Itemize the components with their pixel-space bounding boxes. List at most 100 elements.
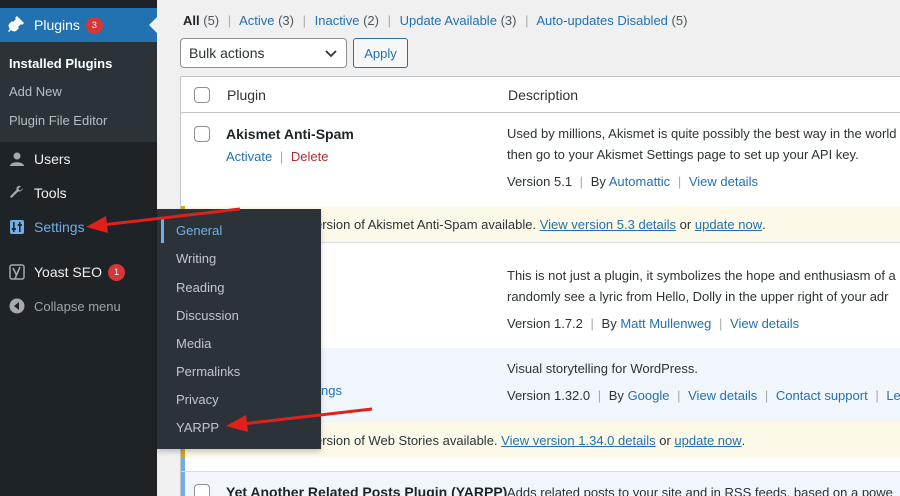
plugin-version: Version 1.32.0 xyxy=(507,388,591,403)
submenu-installed-plugins[interactable]: Installed Plugins xyxy=(9,56,112,71)
meta-separator: | xyxy=(579,174,584,189)
menu-plugins-label: Plugins xyxy=(34,17,80,33)
filter-inactive[interactable]: Inactive xyxy=(315,13,360,28)
menu-settings-label: Settings xyxy=(34,219,85,235)
view-details-link[interactable]: View details xyxy=(730,316,799,331)
apply-button[interactable]: Apply xyxy=(353,38,408,68)
filter-autoupdates-count: (5) xyxy=(671,13,688,28)
notice-period: . xyxy=(762,216,766,232)
flyout-item-general[interactable]: General xyxy=(176,223,222,238)
by-label: By xyxy=(601,316,617,331)
flyout-current-indicator xyxy=(161,219,164,243)
author-link[interactable]: Google xyxy=(628,388,670,403)
flyout-item-privacy[interactable]: Privacy xyxy=(176,392,219,407)
plugin-meta: Version 1.7.2 | By Matt Mullenweg | View… xyxy=(507,316,799,331)
flyout-item-permalinks[interactable]: Permalinks xyxy=(176,364,240,379)
filter-all[interactable]: All xyxy=(183,13,200,28)
row-actions: ngs xyxy=(321,383,342,398)
delete-link[interactable]: Delete xyxy=(291,149,329,164)
view-details-link[interactable]: View details xyxy=(688,388,757,403)
wrench-icon xyxy=(8,184,26,202)
chevron-down-icon xyxy=(324,46,338,63)
filter-separator: | xyxy=(525,13,529,28)
meta-separator: | xyxy=(677,174,682,189)
table-row-yarpp: Yet Another Related Posts Plugin (YARPP)… xyxy=(181,472,900,496)
author-link[interactable]: Matt Mullenweg xyxy=(620,316,711,331)
submenu-add-new[interactable]: Add New xyxy=(9,84,62,99)
menu-users[interactable]: Users xyxy=(0,142,157,176)
by-label: By xyxy=(590,174,606,189)
settings-link-partial[interactable]: ngs xyxy=(321,383,342,398)
description-line: then go to your Akismet Settings page to… xyxy=(507,147,859,162)
contact-support-link[interactable]: Contact support xyxy=(776,388,868,403)
filter-inactive-count: (2) xyxy=(363,13,379,28)
filter-separator: | xyxy=(387,13,391,28)
admin-sidebar: Plugins 3 Installed Plugins Add New Plug… xyxy=(0,0,157,496)
row-checkbox[interactable] xyxy=(194,126,210,142)
collapse-icon xyxy=(8,297,26,315)
column-description: Description xyxy=(508,87,579,103)
flyout-item-yarpp[interactable]: YARPP xyxy=(176,420,219,435)
view-version-details-link[interactable]: View version 1.34.0 details xyxy=(501,433,655,448)
collapse-menu-label: Collapse menu xyxy=(34,298,121,314)
row-actions: Activate | Delete xyxy=(226,149,328,164)
description-line: Used by millions, Akismet is quite possi… xyxy=(507,126,897,141)
notice-period: . xyxy=(741,432,746,448)
notice-or: or xyxy=(659,432,671,448)
filter-active[interactable]: Active xyxy=(239,13,274,28)
bulk-actions-select[interactable]: Bulk actions xyxy=(180,38,347,68)
by-label: By xyxy=(608,388,624,403)
plugin-name: Yet Another Related Posts Plugin (YARPP) xyxy=(226,484,508,496)
plugin-meta: Version 5.1 | By Automattic | View detai… xyxy=(507,174,758,189)
description-line: Visual storytelling for WordPress. xyxy=(507,361,698,376)
plugin-version: Version 1.7.2 xyxy=(507,316,583,331)
author-link[interactable]: Automattic xyxy=(609,174,670,189)
plugins-update-badge: 3 xyxy=(85,16,103,34)
meta-separator: | xyxy=(597,388,602,403)
active-row-indicator xyxy=(181,458,185,472)
meta-separator: | xyxy=(590,316,594,331)
table-row-akismet: Akismet Anti-Spam Activate | Delete Used… xyxy=(181,114,900,206)
plugin-meta: Version 1.32.0 | By Google | View detail… xyxy=(507,388,900,403)
flyout-item-writing[interactable]: Writing xyxy=(176,251,216,266)
menu-users-label: Users xyxy=(34,151,71,167)
plugin-version: Version 5.1 xyxy=(507,174,573,189)
update-now-link[interactable]: update now xyxy=(674,433,741,448)
column-plugin: Plugin xyxy=(227,87,266,103)
menu-plugins[interactable]: Plugins 3 xyxy=(0,8,157,42)
filter-update-available[interactable]: Update Available xyxy=(400,13,497,28)
description-line: randomly see a lyric from Hello, Dolly i… xyxy=(507,289,889,304)
flyout-item-reading[interactable]: Reading xyxy=(176,280,224,295)
filter-update-count: (3) xyxy=(500,13,517,28)
notice-or: or xyxy=(679,216,692,232)
filter-all-count: (5) xyxy=(203,13,220,28)
menu-tools-label: Tools xyxy=(34,185,67,201)
menu-yoast-seo[interactable]: Yoast SEO 1 xyxy=(0,255,157,289)
menu-yoast-label: Yoast SEO xyxy=(34,264,102,280)
collapse-menu-button[interactable]: Collapse menu xyxy=(0,289,157,323)
flyout-item-media[interactable]: Media xyxy=(176,336,211,351)
filter-active-count: (3) xyxy=(278,13,294,28)
submenu-plugin-file-editor[interactable]: Plugin File Editor xyxy=(9,113,107,128)
description-line: This is not just a plugin, it symbolizes… xyxy=(507,268,896,283)
view-version-details-link[interactable]: View version 5.3 details xyxy=(540,217,676,232)
menu-tools[interactable]: Tools xyxy=(0,176,157,210)
meta-separator: | xyxy=(677,388,681,403)
select-all-checkbox[interactable] xyxy=(194,87,210,103)
view-details-link[interactable]: View details xyxy=(689,174,758,189)
activate-link[interactable]: Activate xyxy=(226,149,272,164)
filter-autoupdates-disabled[interactable]: Auto-updates Disabled xyxy=(536,13,668,28)
yoast-badge: 1 xyxy=(107,263,125,281)
action-separator: | xyxy=(279,149,284,164)
yoast-icon xyxy=(8,263,26,281)
menu-settings[interactable]: Settings xyxy=(0,210,157,244)
filter-separator: | xyxy=(302,13,306,28)
plugins-submenu: Installed Plugins Add New Plugin File Ed… xyxy=(0,42,157,142)
active-row-indicator xyxy=(181,472,185,496)
flyout-item-discussion[interactable]: Discussion xyxy=(176,308,239,323)
settings-sliders-icon xyxy=(8,218,26,236)
row-checkbox[interactable] xyxy=(194,484,210,496)
meta-separator: | xyxy=(875,388,879,403)
leave-review-link[interactable]: Leave re xyxy=(886,388,900,403)
update-now-link[interactable]: update now xyxy=(695,217,762,232)
